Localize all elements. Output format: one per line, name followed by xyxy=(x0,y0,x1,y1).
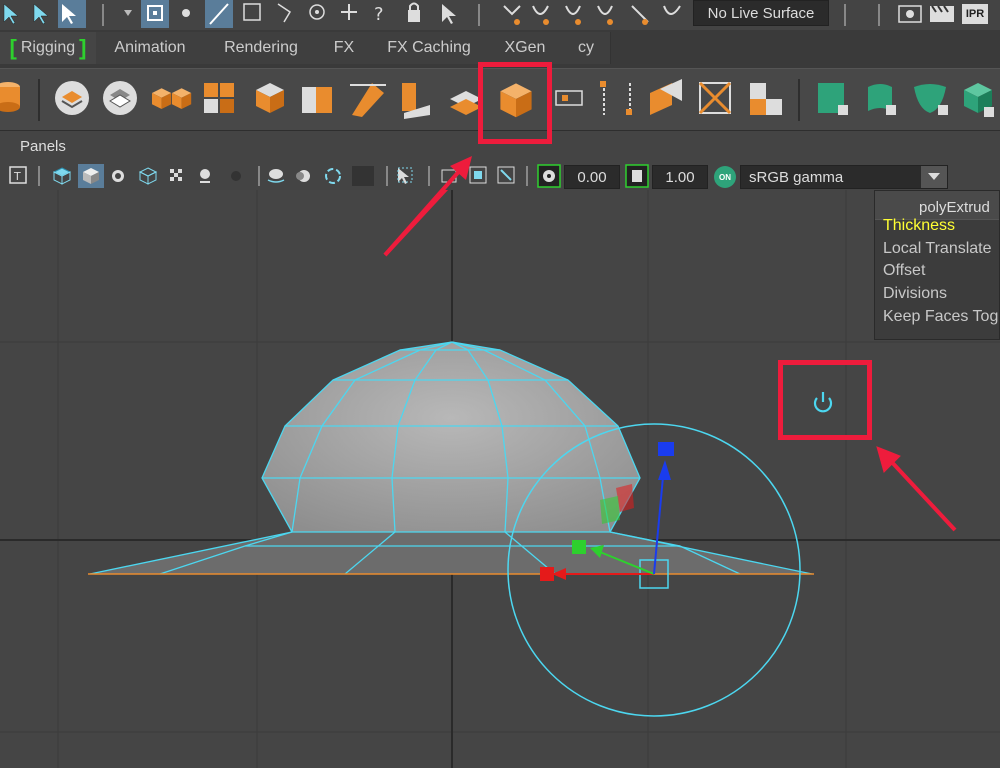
uv-spherical-icon xyxy=(914,84,948,115)
svg-text:?: ? xyxy=(374,4,384,25)
color-management-toggle[interactable]: ON xyxy=(714,166,736,188)
panels-menu[interactable]: Panels xyxy=(20,138,66,155)
colorspace-value: sRGB gamma xyxy=(749,168,844,186)
uv-planar-icon xyxy=(818,83,848,115)
extrude-face-icon xyxy=(402,83,430,119)
tab-cy[interactable]: cy xyxy=(562,32,611,64)
bridge-edges-icon xyxy=(600,81,632,115)
x-axis-handle xyxy=(540,567,554,581)
viewport-scene xyxy=(0,190,1000,768)
channel-box-header: polyExtrud xyxy=(875,191,999,220)
snap-grid-icon xyxy=(503,5,521,16)
highlight-box-extrude xyxy=(478,62,552,144)
exposure-field[interactable]: 0.00 xyxy=(564,165,620,189)
reduce-icon xyxy=(256,83,284,113)
mirror-icon xyxy=(302,87,332,113)
live-surface-field[interactable]: No Live Surface xyxy=(693,0,829,26)
gamma-field[interactable]: 1.00 xyxy=(652,165,708,189)
combine-icon xyxy=(55,81,89,115)
chevron-down-icon xyxy=(921,166,947,188)
lasso-tool-icon xyxy=(33,3,49,25)
scale-handle-green xyxy=(600,496,620,524)
ipr-render-button[interactable]: IPR xyxy=(962,4,988,24)
tab-rendering[interactable]: Rendering xyxy=(204,32,319,64)
hat-dome xyxy=(262,342,640,532)
tab-animation[interactable]: Animation xyxy=(96,32,205,64)
z-axis-handle xyxy=(658,442,674,456)
tab-label: cy xyxy=(578,39,594,56)
highlight-box-power-icon xyxy=(778,360,872,440)
svg-text:T: T xyxy=(13,170,21,183)
tab-label: XGen xyxy=(504,39,546,56)
tab-label: Animation xyxy=(114,39,186,56)
tab-xgen[interactable]: XGen xyxy=(488,32,563,64)
tab-label: Rendering xyxy=(224,39,298,56)
tab-fx[interactable]: FX xyxy=(318,32,371,64)
multi-cut-icon xyxy=(350,83,386,117)
bevel-icon xyxy=(555,90,583,106)
attribute-offset[interactable]: Offset xyxy=(883,262,925,280)
hat-brim xyxy=(90,532,812,574)
tab-label: FX xyxy=(333,39,355,56)
cylinder-icon xyxy=(0,82,20,112)
attribute-thickness[interactable]: Thickness xyxy=(883,217,955,235)
separate-icon xyxy=(103,81,137,115)
channel-box: polyExtrud Thickness Local Translate Off… xyxy=(874,190,1000,340)
tab-label: FX Caching xyxy=(387,39,471,56)
uv-auto-icon xyxy=(964,83,994,117)
smooth-icon xyxy=(204,83,234,113)
tab-rigging[interactable]: [Rigging] xyxy=(0,32,97,64)
poke-icon xyxy=(750,83,782,115)
tab-fx-caching[interactable]: FX Caching xyxy=(370,32,489,64)
arrow-to-extrude xyxy=(383,190,449,257)
arrow-to-power-icon xyxy=(886,456,957,532)
y-axis-handle xyxy=(572,540,586,554)
tab-label: Rigging xyxy=(20,39,76,56)
attribute-local-translate[interactable]: Local Translate xyxy=(883,240,992,258)
select-tool-icon xyxy=(3,3,19,25)
node-name[interactable]: polyExtrud xyxy=(919,199,990,216)
status-toolbar: ? No Live Surface IPR xyxy=(0,0,1000,30)
perspective-viewport[interactable]: polyExtrud Thickness Local Translate Off… xyxy=(0,190,1000,768)
attribute-divisions[interactable]: Divisions xyxy=(883,285,947,303)
extract-icon xyxy=(152,88,192,109)
uv-cylindrical-icon xyxy=(868,84,896,115)
tab-bracket-right: ] xyxy=(79,35,87,60)
append-polygon-icon xyxy=(650,79,682,115)
colorspace-dropdown[interactable]: sRGB gamma xyxy=(740,165,948,189)
status-toolbar-icons: ? xyxy=(3,0,954,28)
target-weld-icon xyxy=(698,81,732,115)
viewport-toolbar: T 0.00 1.00 ON sRGB gamma xyxy=(0,162,1000,190)
tab-bracket-left: [ xyxy=(9,35,17,60)
attribute-keep-faces-together[interactable]: Keep Faces Tog xyxy=(883,308,1000,326)
